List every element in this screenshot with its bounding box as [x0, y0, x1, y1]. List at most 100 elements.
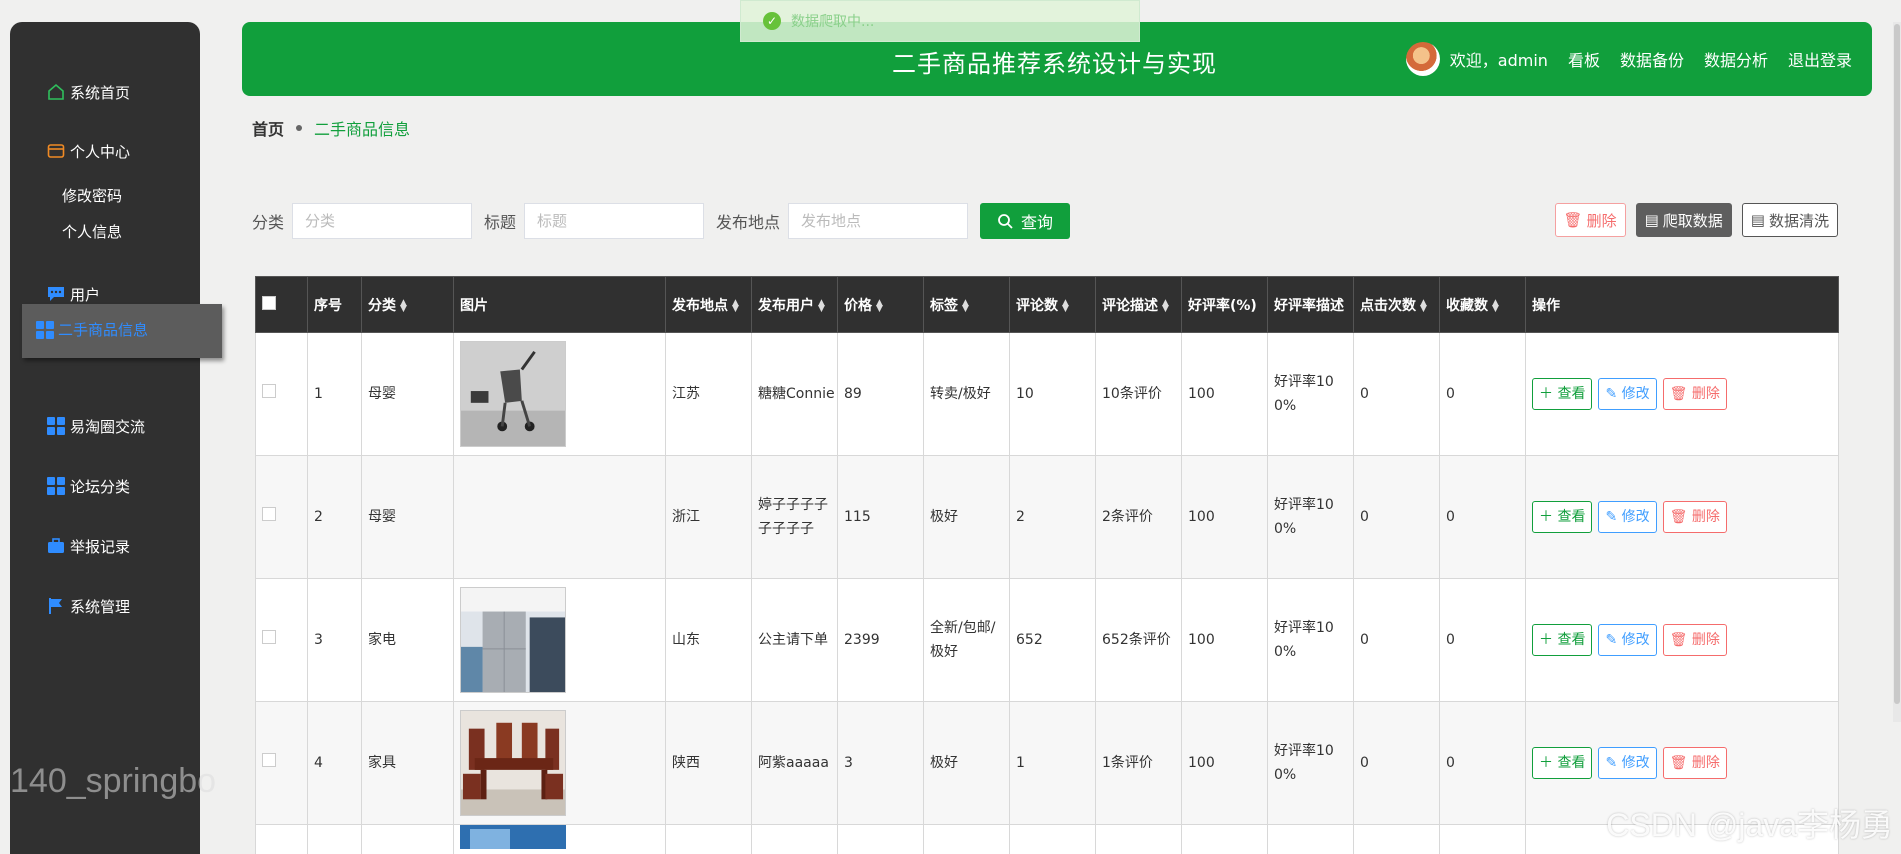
location-input[interactable]	[788, 203, 969, 239]
table-header-row: 序号 分类 ▲ ▼ 图片 发布地点 ▲ ▼ 发布用户 ▲ ▼ 价格 ▲ ▼ 标签 ▲ ▼ 评论数 ▲ ▼…	[255, 276, 1839, 333]
edit-button[interactable]: ✎ 修改	[1598, 747, 1657, 779]
batch-delete-button[interactable]: 🗑 删除	[1554, 203, 1626, 237]
product-image[interactable]	[460, 710, 566, 816]
cell-price: 3	[837, 701, 924, 825]
col-image: 图片	[453, 276, 666, 333]
col-comment-desc-label: 评论描述	[1102, 297, 1158, 314]
cell-comments: 10	[1009, 332, 1096, 456]
row-checkbox[interactable]	[262, 753, 276, 767]
row-checkbox[interactable]	[262, 384, 276, 398]
cell-user: 婷子子子子子子子子	[751, 455, 838, 579]
col-user[interactable]: 发布用户 ▲ ▼	[751, 276, 838, 333]
sidebar-item-home[interactable]: 系统首页	[46, 80, 130, 104]
col-favs[interactable]: 收藏数 ▲ ▼	[1439, 276, 1526, 333]
view-button[interactable]: ＋ 查看	[1532, 378, 1593, 410]
delete-button[interactable]: 🗑 删除	[1662, 501, 1727, 533]
cell-tags: 极好	[923, 701, 1010, 825]
title-label: 标题	[484, 213, 517, 232]
edit-button[interactable]: ✎ 修改	[1598, 501, 1657, 533]
sidebar-item-system[interactable]: 系统管理	[46, 594, 130, 618]
view-button[interactable]: ＋ 查看	[1532, 624, 1593, 656]
sort-icon[interactable]: ▲ ▼	[818, 298, 825, 313]
sidebar-subitem-personal-info[interactable]: 个人信息	[62, 221, 122, 242]
sidebar-item-forum-category[interactable]: 论坛分类	[46, 474, 130, 498]
title-input[interactable]	[524, 203, 705, 239]
cell-rate: 100	[1181, 332, 1268, 456]
cell-rate: 100	[1181, 455, 1268, 579]
edit-button[interactable]: ✎ 修改	[1598, 378, 1657, 410]
product-image[interactable]	[460, 341, 566, 447]
sort-icon[interactable]: ▲ ▼	[1420, 298, 1427, 313]
cell-category: 母婴	[361, 455, 454, 579]
avatar[interactable]	[1405, 42, 1440, 76]
col-location[interactable]: 发布地点 ▲ ▼	[665, 276, 752, 333]
sort-icon[interactable]: ▲ ▼	[732, 298, 739, 313]
cell-location: 浙江	[665, 455, 752, 579]
clean-button[interactable]: ▤ 数据清洗	[1741, 203, 1838, 237]
cell-no: 1	[307, 332, 362, 456]
select-all-checkbox[interactable]	[262, 295, 276, 310]
sort-icon[interactable]: ▲ ▼	[400, 298, 407, 313]
cell-clicks: 0	[1353, 701, 1440, 825]
cell-rate-desc: 好评率100%	[1267, 455, 1354, 579]
grid-icon	[46, 476, 66, 496]
sidebar-item-label: 易淘圈交流	[70, 417, 146, 436]
col-comments[interactable]: 评论数 ▲ ▼	[1009, 276, 1096, 333]
loading-toast: ✓ 数据爬取中...	[740, 0, 1140, 42]
sidebar-item-users[interactable]: 用户	[46, 282, 100, 306]
sidebar-item-personal-center[interactable]: 个人中心	[46, 139, 130, 163]
col-clicks[interactable]: 点击次数 ▲ ▼	[1353, 276, 1440, 333]
query-button[interactable]: 查询	[980, 203, 1071, 239]
col-category-label: 分类	[368, 297, 396, 314]
toolbar-actions: 🗑 删除 ▤ 爬取数据 ▤ 数据清洗	[1545, 203, 1838, 237]
col-category[interactable]: 分类 ▲ ▼	[361, 276, 454, 333]
cell-location: 山东	[665, 578, 752, 702]
sort-icon[interactable]: ▲ ▼	[876, 298, 883, 313]
product-image[interactable]	[460, 825, 566, 849]
col-tags[interactable]: 标签 ▲ ▼	[923, 276, 1010, 333]
delete-button[interactable]: 🗑 删除	[1662, 378, 1727, 410]
delete-label: 删除	[1691, 755, 1720, 771]
batch-delete-label: 删除	[1586, 211, 1617, 230]
cell-favs: 0	[1439, 332, 1526, 456]
sort-icon[interactable]: ▲ ▼	[1062, 298, 1069, 313]
row-checkbox[interactable]	[262, 630, 276, 644]
product-image[interactable]	[460, 587, 566, 693]
category-input[interactable]	[292, 203, 473, 239]
select-all-header[interactable]	[255, 276, 308, 333]
sort-icon[interactable]: ▲ ▼	[1492, 298, 1499, 313]
wallet-icon	[46, 141, 66, 161]
delete-button[interactable]: 🗑 删除	[1662, 624, 1727, 656]
search-bar: 分类 标题 发布地点 查询	[252, 203, 1071, 239]
sort-icon[interactable]: ▲ ▼	[962, 298, 969, 313]
delete-button[interactable]: 🗑 删除	[1662, 747, 1727, 779]
view-button[interactable]: ＋ 查看	[1532, 747, 1593, 779]
row-checkbox[interactable]	[262, 507, 276, 521]
sort-icon[interactable]: ▲ ▼	[1162, 298, 1169, 313]
nav-dashboard-link[interactable]: 看板	[1568, 47, 1600, 71]
cell-favs: 0	[1439, 455, 1526, 579]
col-comment-desc[interactable]: 评论描述 ▲ ▼	[1095, 276, 1182, 333]
breadcrumb-home[interactable]: 首页	[252, 116, 284, 140]
cell-comments: 2	[1009, 455, 1096, 579]
edit-button[interactable]: ✎ 修改	[1598, 624, 1657, 656]
cell-user: 阿紫aaaaa	[751, 701, 838, 825]
col-price[interactable]: 价格 ▲ ▼	[837, 276, 924, 333]
table-row: 2 母婴 浙江 婷子子子子子子子子 115 极好 2 2条评价 100 好评率1…	[255, 455, 1839, 579]
nav-backup-link[interactable]: 数据备份	[1620, 47, 1684, 71]
sidebar: 系统首页 个人中心 修改密码 个人信息 用户 易淘圈交流 论坛分类 举报记录 系…	[10, 22, 216, 854]
sidebar-item-reports[interactable]: 举报记录	[46, 534, 130, 558]
sidebar-item-exchange[interactable]: 易淘圈交流	[46, 414, 145, 438]
crawl-button[interactable]: ▤ 爬取数据	[1635, 203, 1732, 237]
nav-logout-link[interactable]: 退出登录	[1788, 47, 1852, 71]
nav-analysis-link[interactable]: 数据分析	[1704, 47, 1768, 71]
scrollbar-thumb[interactable]	[1894, 24, 1900, 704]
cell-rate-desc: 好评率100%	[1267, 332, 1354, 456]
view-button[interactable]: ＋ 查看	[1532, 501, 1593, 533]
cell-image	[453, 578, 666, 702]
delete-label: 删除	[1691, 509, 1720, 525]
grid-icon	[46, 416, 66, 436]
sidebar-item-goods[interactable]: 二手商品信息	[22, 304, 222, 358]
sidebar-subitem-change-password[interactable]: 修改密码	[62, 185, 122, 206]
cell-comments: 652	[1009, 578, 1096, 702]
